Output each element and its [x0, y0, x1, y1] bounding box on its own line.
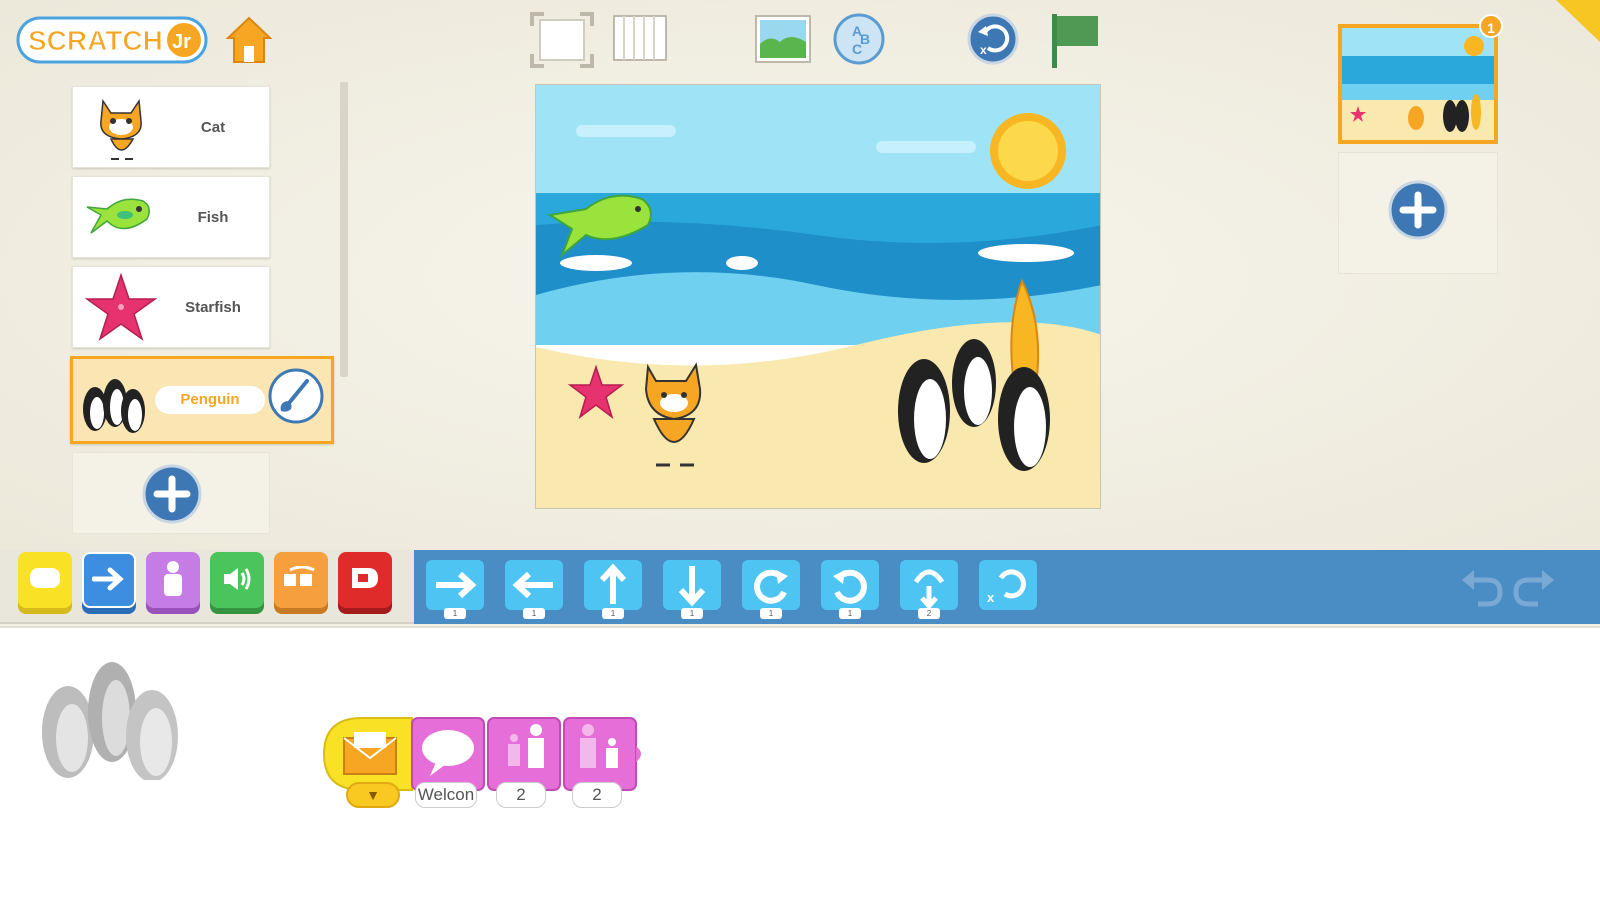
svg-text:SCRATCH: SCRATCH: [28, 25, 163, 56]
fullscreen-icon[interactable]: [530, 12, 594, 68]
redo-icon[interactable]: [1512, 566, 1558, 608]
svg-text:x: x: [987, 590, 995, 605]
category-end-button[interactable]: [338, 552, 392, 614]
sun: [990, 113, 1066, 189]
paint-editor-icon[interactable]: [267, 367, 325, 425]
sprite-item-cat[interactable]: Cat: [72, 86, 270, 168]
info-tab-icon[interactable]: [1556, 0, 1600, 42]
block-value: 1: [839, 608, 861, 619]
add-page-icon[interactable]: [1387, 179, 1449, 241]
block-value: 1: [760, 608, 782, 619]
move-right-icon: [426, 560, 484, 610]
sound-speaker-icon: [224, 568, 251, 590]
page-thumbnail-1[interactable]: [1338, 24, 1498, 144]
home-icon[interactable]: [222, 12, 276, 66]
undo-icon[interactable]: [1458, 566, 1504, 608]
category-control-button[interactable]: [274, 552, 328, 614]
move-right-block[interactable]: 1: [422, 556, 488, 619]
svg-text:x: x: [980, 43, 987, 57]
say-text-field[interactable]: Welcon: [415, 782, 477, 808]
control-icon: [284, 566, 315, 586]
add-page-card: [1338, 152, 1498, 274]
add-sprite-icon[interactable]: [141, 463, 203, 525]
category-sound-button[interactable]: [210, 552, 264, 614]
sprite-label: Fish: [197, 209, 229, 226]
sprite-label: Starfish: [185, 299, 241, 316]
block-value: 1: [681, 608, 703, 619]
stage-scene: [536, 85, 1100, 508]
say-block[interactable]: Welcon: [410, 716, 486, 816]
turn-right-icon: [742, 560, 800, 610]
category-triggering-button[interactable]: [18, 552, 72, 614]
go-home-block[interactable]: x: [975, 556, 1041, 616]
page-thumbnail-scene: [1342, 28, 1494, 140]
fish-sprite-icon: [86, 198, 150, 234]
move-left-icon: [505, 560, 563, 610]
cat-sprite-icon: [100, 98, 142, 160]
hop-icon: [900, 560, 958, 610]
stage[interactable]: [535, 84, 1101, 509]
hop-block[interactable]: 2: [896, 556, 962, 619]
text-icon[interactable]: A B C: [832, 12, 886, 66]
move-left-block[interactable]: 1: [501, 556, 567, 619]
grow-value-field[interactable]: 2: [496, 782, 546, 808]
message-color-dropdown[interactable]: ▼: [346, 782, 400, 808]
grid-icon[interactable]: [612, 14, 668, 64]
penguin-sprite-icon: [83, 379, 145, 433]
sprite-list: Cat Fish Starfish Penguin: [70, 86, 334, 536]
block-value: 1: [444, 608, 466, 619]
penguin-sprite-ghost-icon: [42, 662, 178, 780]
svg-text:Jr: Jr: [172, 31, 191, 53]
move-down-block[interactable]: 1: [659, 556, 725, 619]
move-down-icon: [663, 560, 721, 610]
sprite-list-scrollbar[interactable]: [340, 82, 348, 377]
shrink-block[interactable]: 2: [562, 716, 648, 816]
block-value: 1: [602, 608, 624, 619]
scratchjr-logo: SCRATCH Jr: [16, 16, 208, 64]
end-icon: [352, 568, 378, 588]
category-looks-button[interactable]: [146, 552, 200, 614]
block-palette: 1 1 1 1 1 1 2 x: [414, 550, 1600, 624]
go-home-icon: x: [979, 560, 1037, 610]
block-value: 2: [918, 608, 940, 619]
when-message-received-block[interactable]: ▼: [322, 716, 414, 816]
svg-text:C: C: [852, 41, 862, 57]
background-icon[interactable]: [754, 14, 812, 64]
motion-arrow-icon: [92, 567, 124, 591]
sprite-item-fish[interactable]: Fish: [72, 176, 270, 258]
green-flag-icon[interactable]: [1046, 10, 1102, 70]
block-value: 1: [523, 608, 545, 619]
sprite-item-penguin[interactable]: Penguin: [70, 356, 334, 444]
reset-icon[interactable]: x: [966, 12, 1020, 66]
add-sprite-card: [72, 452, 270, 534]
starfish-sprite-icon: [84, 272, 158, 341]
turn-right-block[interactable]: 1: [738, 556, 804, 619]
page-number-badge: 1: [1479, 14, 1503, 38]
category-motion-button[interactable]: [82, 552, 136, 614]
sprite-label: Cat: [200, 119, 226, 136]
script-area[interactable]: ▼ Welcon 2 2: [0, 626, 1600, 899]
move-up-icon: [584, 560, 642, 610]
sprite-item-starfish[interactable]: Starfish: [72, 266, 270, 348]
shrink-value-field[interactable]: 2: [572, 782, 622, 808]
sprite-label: Penguin: [155, 386, 265, 414]
grow-block[interactable]: 2: [486, 716, 562, 816]
turn-left-icon: [821, 560, 879, 610]
turn-left-block[interactable]: 1: [817, 556, 883, 619]
move-up-block[interactable]: 1: [580, 556, 646, 619]
looks-person-icon: [164, 561, 182, 596]
triggering-icon: [30, 568, 60, 588]
